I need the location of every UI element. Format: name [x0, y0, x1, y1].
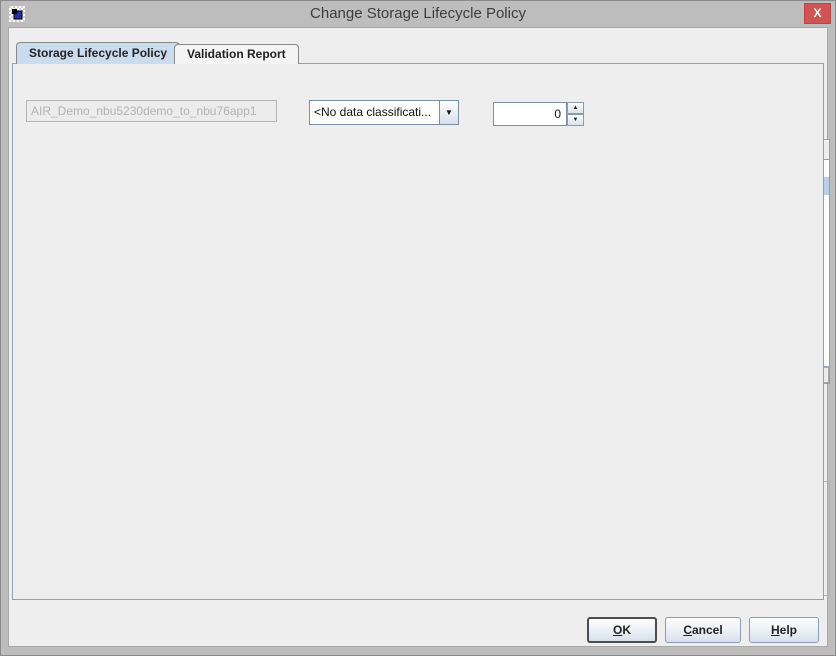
data-classification-select[interactable]: <No data classificati... ▼ [309, 100, 459, 125]
close-button[interactable]: X [804, 3, 831, 24]
help-button[interactable]: Help [749, 617, 819, 643]
slp-tab-panel [12, 63, 824, 600]
tab-validation-report[interactable]: Validation Report [174, 44, 299, 64]
spinner-up-icon[interactable]: ▲ [567, 102, 584, 114]
change-slp-dialog: Change Storage Lifecycle Policy X Storag… [0, 0, 836, 656]
title-bar: Change Storage Lifecycle Policy X [1, 1, 835, 27]
close-icon: X [813, 6, 821, 20]
cancel-button[interactable]: Cancel [665, 617, 741, 643]
policy-name-field [26, 100, 277, 122]
priority-spinner: ▲ ▼ [567, 102, 584, 126]
window-title: Change Storage Lifecycle Policy [1, 1, 835, 27]
ok-button[interactable]: OK [587, 617, 657, 643]
priority-input[interactable] [493, 102, 567, 126]
dialog-content: Storage Lifecycle Policy Validation Repo… [8, 27, 828, 647]
tab-storage-lifecycle-policy[interactable]: Storage Lifecycle Policy [16, 42, 180, 64]
chevron-down-icon: ▼ [439, 101, 458, 124]
spinner-down-icon[interactable]: ▼ [567, 114, 584, 126]
data-classification-value: <No data classificati... [314, 105, 438, 119]
